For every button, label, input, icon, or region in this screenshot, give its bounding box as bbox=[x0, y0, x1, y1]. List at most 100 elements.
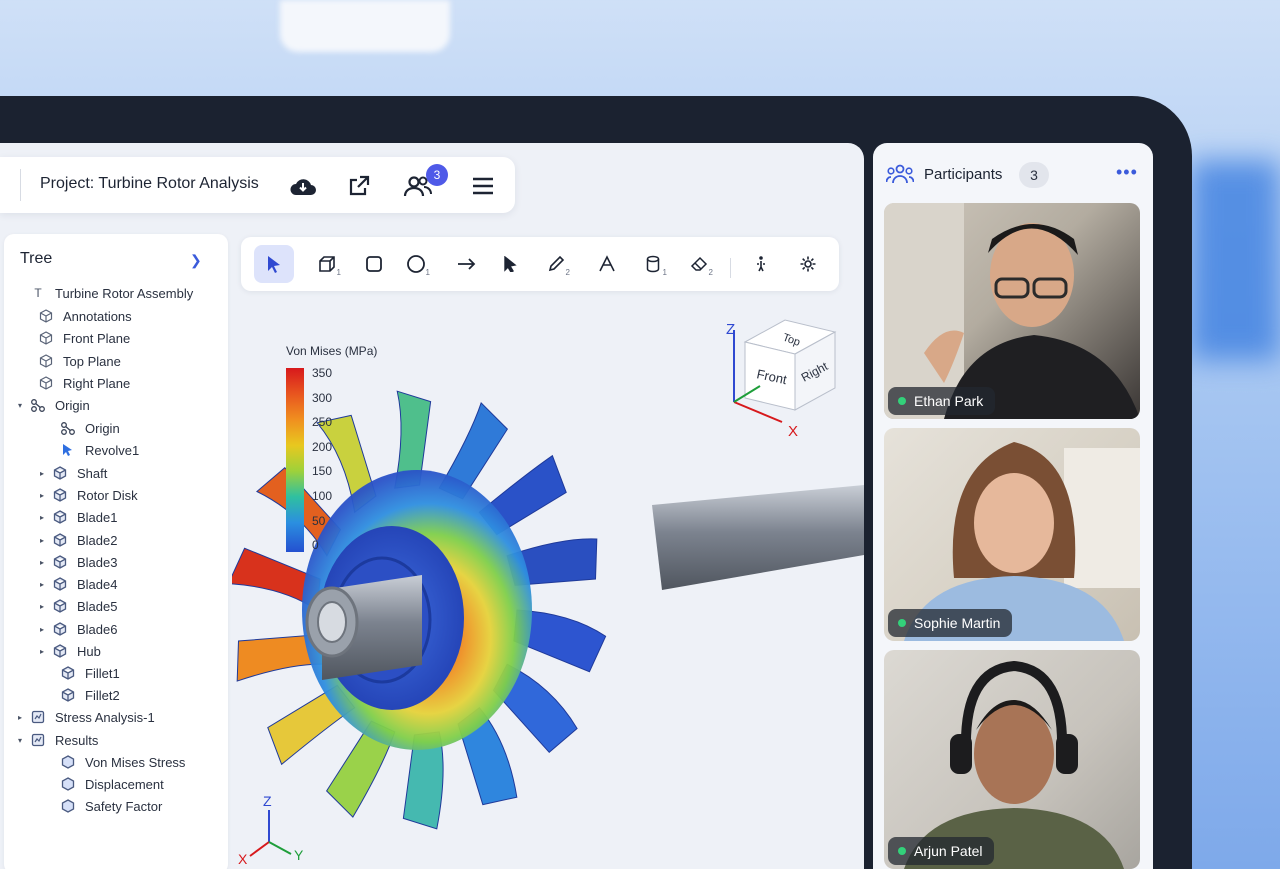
video-tile[interactable]: Ethan Park bbox=[884, 203, 1140, 419]
caret-down-icon[interactable]: ▾ bbox=[18, 401, 30, 410]
arrow-icon[interactable] bbox=[447, 245, 487, 283]
axis-triad: Z X Y bbox=[238, 793, 304, 867]
tree-item[interactable]: Annotations bbox=[38, 306, 132, 326]
cloud-download-icon[interactable] bbox=[288, 171, 318, 201]
tree-item-label: Turbine Rotor Assembly bbox=[55, 285, 194, 301]
circle-icon[interactable]: 1 bbox=[396, 245, 436, 283]
cube-icon bbox=[38, 375, 54, 391]
result-icon bbox=[60, 754, 76, 770]
cube-axis-x: X bbox=[788, 423, 798, 440]
caret-right-icon[interactable]: ▸ bbox=[40, 625, 52, 634]
part-icon bbox=[52, 487, 68, 503]
cube-icon bbox=[38, 330, 54, 346]
tree-item[interactable]: Origin bbox=[60, 418, 120, 438]
tree-item[interactable]: Fillet1 bbox=[60, 663, 120, 683]
caret-right-icon[interactable]: ▸ bbox=[40, 513, 52, 522]
result-icon bbox=[60, 776, 76, 792]
legend-tick-label: 200 bbox=[312, 439, 333, 454]
tree-item-label: Origin bbox=[55, 397, 90, 413]
part-icon bbox=[52, 509, 68, 525]
revolve-icon bbox=[60, 442, 76, 458]
legend-tick-label: 100 bbox=[312, 489, 333, 503]
tree-item[interactable]: ▸ Hub bbox=[40, 641, 101, 661]
tool-palette: 1 1 2 1 2 bbox=[241, 237, 839, 291]
caret-right-icon[interactable]: ▸ bbox=[40, 602, 52, 611]
caret-right-icon[interactable]: ▸ bbox=[40, 536, 52, 545]
tree-item-label: Fillet1 bbox=[85, 665, 120, 681]
tree-item[interactable]: T Turbine Rotor Assembly bbox=[18, 283, 193, 303]
tree-item[interactable]: ▸ Rotor Disk bbox=[40, 485, 138, 505]
cube-axis-z: Z bbox=[726, 321, 735, 338]
pointer-icon[interactable] bbox=[490, 245, 530, 283]
settings-icon[interactable] bbox=[788, 245, 828, 283]
view-cube[interactable]: Top Front Right Z X bbox=[720, 312, 850, 442]
cylinder-icon[interactable]: 1 bbox=[633, 245, 673, 283]
caret-right-icon[interactable]: ▸ bbox=[40, 469, 52, 478]
tree-item[interactable]: Von Mises Stress bbox=[60, 752, 185, 772]
legend-tick-label: 0 bbox=[312, 538, 319, 553]
part-icon bbox=[52, 465, 68, 481]
part-icon bbox=[52, 554, 68, 570]
share-icon[interactable] bbox=[344, 171, 374, 201]
gesture-icon[interactable] bbox=[741, 245, 781, 283]
part-icon bbox=[52, 532, 68, 548]
tree-item[interactable]: Safety Factor bbox=[60, 796, 162, 816]
caret-right-icon[interactable]: ▸ bbox=[18, 713, 30, 722]
tree-item[interactable]: ▸ Blade2 bbox=[40, 530, 117, 550]
tree-item[interactable]: Displacement bbox=[60, 774, 164, 794]
origin-icon bbox=[60, 420, 76, 436]
legend-title: Von Mises (MPa) bbox=[286, 344, 378, 358]
tree-item-label: Blade5 bbox=[77, 598, 118, 614]
cube-icon bbox=[38, 308, 54, 324]
tree-item[interactable]: ▸ Blade1 bbox=[40, 507, 117, 527]
online-status-dot bbox=[898, 619, 906, 627]
text-tool-icon[interactable] bbox=[587, 245, 627, 283]
tree-item[interactable]: Top Plane bbox=[38, 351, 121, 371]
rectangle-icon[interactable] bbox=[354, 245, 394, 283]
tree-item[interactable]: ▾ Origin bbox=[18, 395, 90, 415]
tree-item[interactable]: Right Plane bbox=[38, 373, 130, 393]
participant-nametag: Sophie Martin bbox=[888, 609, 1013, 637]
caret-down-icon[interactable]: ▾ bbox=[18, 736, 30, 745]
eraser-icon[interactable]: 2 bbox=[679, 245, 719, 283]
tree-item[interactable]: ▸ Blade3 bbox=[40, 552, 117, 572]
tree-item-label: Stress Analysis-1 bbox=[55, 709, 155, 725]
video-tile[interactable]: Arjun Patel bbox=[884, 650, 1140, 869]
tree-item-label: Revolve1 bbox=[85, 442, 140, 458]
tree-item-label: Right Plane bbox=[63, 375, 131, 391]
tree-item[interactable]: ▸ Blade4 bbox=[40, 574, 117, 594]
tree-item[interactable]: ▸ Shaft bbox=[40, 463, 107, 483]
tree-item[interactable]: Fillet2 bbox=[60, 685, 120, 705]
tree-item-label: Blade1 bbox=[77, 509, 118, 525]
study-icon bbox=[30, 732, 46, 748]
legend-tick-label: 350 bbox=[312, 366, 333, 380]
menu-icon[interactable] bbox=[468, 171, 498, 201]
tree-item[interactable]: ▾ Results bbox=[18, 730, 98, 750]
chevron-right-icon[interactable]: ❯ bbox=[190, 252, 202, 269]
participants-group-icon bbox=[886, 164, 914, 184]
more-options-icon[interactable]: ••• bbox=[1116, 162, 1138, 183]
color-scale-bar bbox=[286, 368, 304, 552]
part-icon bbox=[52, 598, 68, 614]
participants-badge: 3 bbox=[426, 164, 448, 186]
video-tile[interactable]: Sophie Martin bbox=[884, 428, 1140, 641]
caret-right-icon[interactable]: ▸ bbox=[40, 580, 52, 589]
text-icon: T bbox=[34, 286, 42, 300]
caret-right-icon[interactable]: ▸ bbox=[40, 647, 52, 656]
result-icon bbox=[60, 798, 76, 814]
tree-item[interactable]: ▸ Stress Analysis-1 bbox=[18, 707, 155, 727]
tree-item-label: Blade4 bbox=[77, 576, 118, 592]
caret-right-icon[interactable]: ▸ bbox=[40, 491, 52, 500]
legend-tick-label: 300 bbox=[312, 390, 333, 405]
select-icon[interactable] bbox=[254, 245, 294, 283]
tree-item[interactable]: Front Plane bbox=[38, 328, 130, 348]
caret-right-icon[interactable]: ▸ bbox=[40, 558, 52, 567]
tree-title: Tree bbox=[20, 250, 53, 267]
tree-item[interactable]: ▸ Blade5 bbox=[40, 596, 117, 616]
pencil-icon[interactable]: 2 bbox=[536, 245, 576, 283]
tree-item-label: Top Plane bbox=[63, 353, 121, 369]
box-icon[interactable]: 1 bbox=[307, 245, 347, 283]
tree-item[interactable]: ▸ Blade6 bbox=[40, 619, 117, 639]
background-blur bbox=[280, 0, 450, 52]
tree-item[interactable]: Revolve1 bbox=[60, 440, 139, 460]
